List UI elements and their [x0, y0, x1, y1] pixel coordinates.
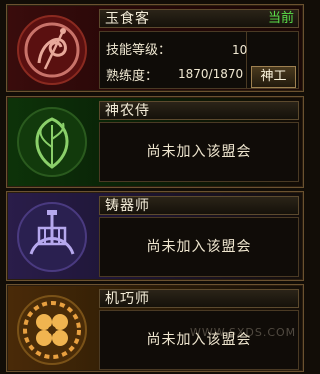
- proficiency-value: 1870/1870: [178, 67, 244, 81]
- not-joined-message: 尚未加入该盟会: [99, 217, 299, 277]
- skill-level-value: 10: [232, 43, 248, 57]
- profession-panel-zhuqishi: 铸器师 尚未加入该盟会: [6, 191, 304, 281]
- profession-name: 机巧师: [105, 291, 150, 307]
- skill-level-label: 技能等级：: [106, 43, 172, 58]
- current-status-badge: 当前: [267, 11, 294, 26]
- profession-name: 玉食客: [105, 11, 150, 27]
- shengong-button[interactable]: 神工: [251, 66, 296, 88]
- profession-name: 铸器师: [105, 198, 150, 214]
- watermark-url: WWW.SXDS.COM: [190, 326, 297, 339]
- proficiency-label: 熟练度：: [106, 69, 159, 84]
- not-joined-message: 尚未加入该盟会: [99, 310, 299, 370]
- chef-dragon-icon: [11, 11, 93, 89]
- profession-name-bar: 铸器师: [99, 196, 299, 215]
- profession-panel-shennongshi: 神农侍 尚未加入该盟会: [6, 96, 304, 188]
- profession-panel-yushike: 玉食客 当前 技能等级： 10 熟练度： 1870/1870 神工: [6, 4, 304, 92]
- profession-name-bar: 神农侍: [99, 101, 299, 120]
- profession-name-bar: 机巧师: [99, 289, 299, 308]
- stats-box: 技能等级： 10 熟练度： 1870/1870: [99, 31, 247, 89]
- forge-anvil-icon: [11, 198, 93, 276]
- profession-name-bar: 玉食客 当前: [99, 9, 299, 28]
- proficiency-row: 熟练度： 1870/1870: [106, 65, 243, 84]
- herb-leaf-icon: [11, 103, 93, 181]
- profession-name: 神农侍: [105, 103, 150, 119]
- gear-clover-icon: [11, 291, 93, 369]
- not-joined-message: 尚未加入该盟会: [99, 122, 299, 182]
- skill-level-row: 技能等级：: [106, 39, 171, 58]
